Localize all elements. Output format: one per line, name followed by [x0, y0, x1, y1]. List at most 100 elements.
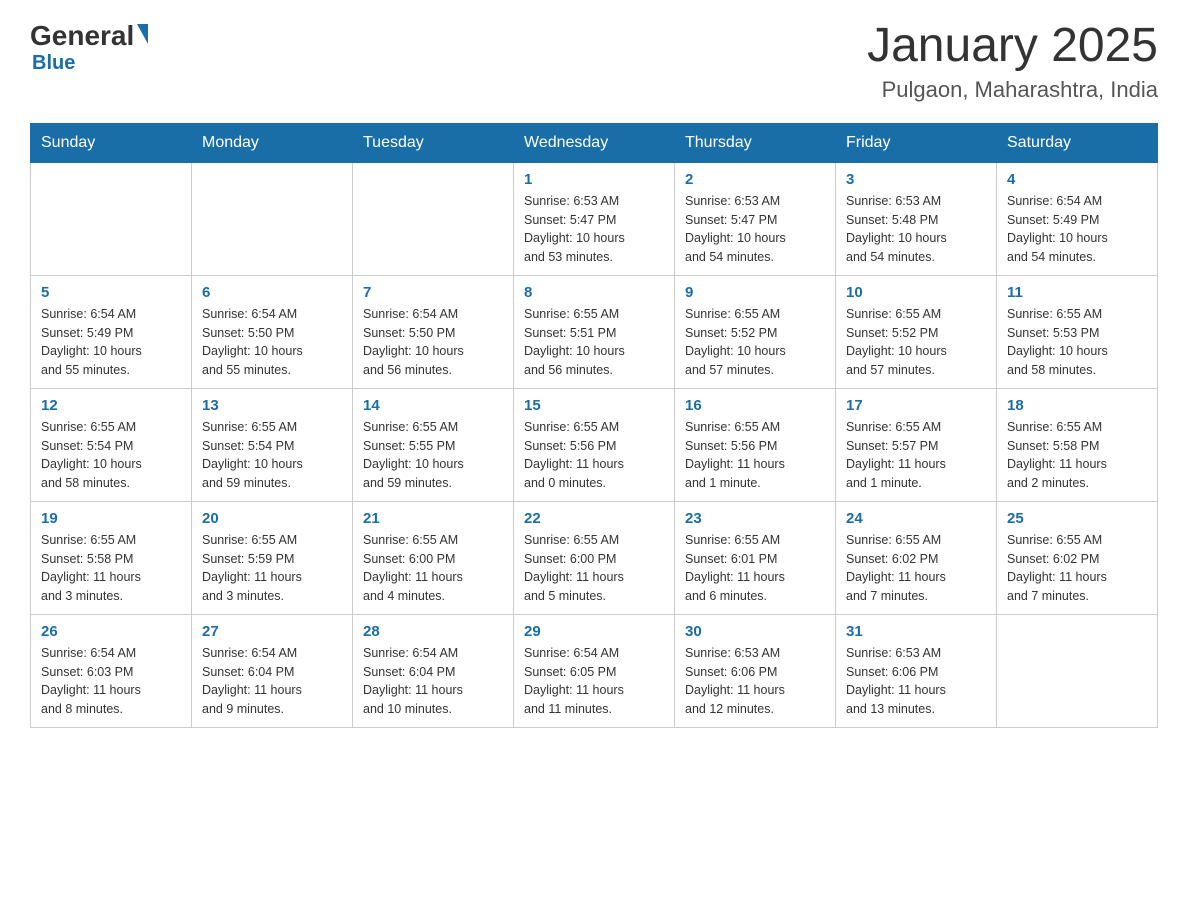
header-cell-tuesday: Tuesday — [353, 123, 514, 162]
day-info: Sunrise: 6:53 AM Sunset: 5:47 PM Dayligh… — [685, 192, 825, 267]
calendar-cell: 8 Sunrise: 6:55 AM Sunset: 5:51 PM Daylig… — [514, 275, 675, 388]
calendar-cell: 18 Sunrise: 6:55 AM Sunset: 5:58 PM Dayli… — [997, 388, 1158, 501]
calendar-cell: 30 Sunrise: 6:53 AM Sunset: 6:06 PM Dayli… — [675, 614, 836, 727]
calendar-cell: 16 Sunrise: 6:55 AM Sunset: 5:56 PM Dayli… — [675, 388, 836, 501]
day-info: Sunrise: 6:55 AM Sunset: 5:58 PM Dayligh… — [41, 531, 181, 606]
day-number: 8 — [524, 284, 664, 301]
calendar-cell: 31Sunrise: 6:53 AM Sunset: 6:06 PM Dayli… — [836, 614, 997, 727]
header-cell-thursday: Thursday — [675, 123, 836, 162]
logo-blue-text: Blue — [32, 52, 75, 74]
day-number: 29 — [524, 623, 664, 640]
day-info: Sunrise: 6:54 AM Sunset: 5:49 PM Dayligh… — [1007, 192, 1147, 267]
day-number: 7 — [363, 284, 503, 301]
day-info: Sunrise: 6:55 AM Sunset: 5:54 PM Dayligh… — [202, 418, 342, 493]
day-info: Sunrise: 6:55 AM Sunset: 5:53 PM Dayligh… — [1007, 305, 1147, 380]
day-number: 13 — [202, 397, 342, 414]
day-info: Sunrise: 6:55 AM Sunset: 6:00 PM Dayligh… — [524, 531, 664, 606]
day-number: 12 — [41, 397, 181, 414]
day-info: Sunrise: 6:55 AM Sunset: 5:55 PM Dayligh… — [363, 418, 503, 493]
calendar-cell: 3 Sunrise: 6:53 AM Sunset: 5:48 PM Daylig… — [836, 162, 997, 275]
day-number: 10 — [846, 284, 986, 301]
logo: General Blue — [30, 20, 148, 75]
day-number: 21 — [363, 510, 503, 527]
week-row-3: 12 Sunrise: 6:55 AM Sunset: 5:54 PM Dayli… — [31, 388, 1158, 501]
calendar-cell: 13 Sunrise: 6:55 AM Sunset: 5:54 PM Dayli… — [192, 388, 353, 501]
calendar-cell — [31, 162, 192, 275]
calendar-cell: 21Sunrise: 6:55 AM Sunset: 6:00 PM Dayli… — [353, 501, 514, 614]
calendar-body: 1Sunrise: 6:53 AM Sunset: 5:47 PM Daylig… — [31, 162, 1158, 727]
day-number: 18 — [1007, 397, 1147, 414]
day-info: Sunrise: 6:54 AM Sunset: 5:50 PM Dayligh… — [202, 305, 342, 380]
day-number: 26 — [41, 623, 181, 640]
calendar-cell: 5 Sunrise: 6:54 AM Sunset: 5:49 PM Daylig… — [31, 275, 192, 388]
calendar-cell: 2Sunrise: 6:53 AM Sunset: 5:47 PM Daylig… — [675, 162, 836, 275]
calendar-cell: 17Sunrise: 6:55 AM Sunset: 5:57 PM Dayli… — [836, 388, 997, 501]
day-info: Sunrise: 6:55 AM Sunset: 5:56 PM Dayligh… — [524, 418, 664, 493]
calendar-header: SundayMondayTuesdayWednesdayThursdayFrid… — [31, 123, 1158, 162]
day-info: Sunrise: 6:55 AM Sunset: 5:58 PM Dayligh… — [1007, 418, 1147, 493]
calendar-cell: 28 Sunrise: 6:54 AM Sunset: 6:04 PM Dayli… — [353, 614, 514, 727]
calendar-cell: 27Sunrise: 6:54 AM Sunset: 6:04 PM Dayli… — [192, 614, 353, 727]
page-header: General Blue January 2025 Pulgaon, Mahar… — [30, 20, 1158, 103]
calendar-cell: 7Sunrise: 6:54 AM Sunset: 5:50 PM Daylig… — [353, 275, 514, 388]
day-number: 15 — [524, 397, 664, 414]
day-info: Sunrise: 6:53 AM Sunset: 5:48 PM Dayligh… — [846, 192, 986, 267]
day-number: 11 — [1007, 284, 1147, 301]
day-info: Sunrise: 6:54 AM Sunset: 6:04 PM Dayligh… — [363, 644, 503, 719]
calendar-cell: 24 Sunrise: 6:55 AM Sunset: 6:02 PM Dayli… — [836, 501, 997, 614]
header-cell-friday: Friday — [836, 123, 997, 162]
calendar-cell — [997, 614, 1158, 727]
calendar-cell: 9Sunrise: 6:55 AM Sunset: 5:52 PM Daylig… — [675, 275, 836, 388]
day-info: Sunrise: 6:55 AM Sunset: 6:02 PM Dayligh… — [1007, 531, 1147, 606]
calendar-cell: 20Sunrise: 6:55 AM Sunset: 5:59 PM Dayli… — [192, 501, 353, 614]
day-number: 4 — [1007, 171, 1147, 188]
day-info: Sunrise: 6:54 AM Sunset: 5:49 PM Dayligh… — [41, 305, 181, 380]
day-info: Sunrise: 6:55 AM Sunset: 5:51 PM Dayligh… — [524, 305, 664, 380]
calendar-cell: 15 Sunrise: 6:55 AM Sunset: 5:56 PM Dayli… — [514, 388, 675, 501]
day-info: Sunrise: 6:55 AM Sunset: 5:54 PM Dayligh… — [41, 418, 181, 493]
calendar-cell: 6 Sunrise: 6:54 AM Sunset: 5:50 PM Daylig… — [192, 275, 353, 388]
calendar-cell — [353, 162, 514, 275]
day-number: 17 — [846, 397, 986, 414]
calendar-cell: 25 Sunrise: 6:55 AM Sunset: 6:02 PM Dayli… — [997, 501, 1158, 614]
day-info: Sunrise: 6:55 AM Sunset: 5:56 PM Dayligh… — [685, 418, 825, 493]
day-number: 6 — [202, 284, 342, 301]
header-cell-sunday: Sunday — [31, 123, 192, 162]
calendar-cell: 19 Sunrise: 6:55 AM Sunset: 5:58 PM Dayli… — [31, 501, 192, 614]
day-info: Sunrise: 6:55 AM Sunset: 6:01 PM Dayligh… — [685, 531, 825, 606]
week-row-2: 5 Sunrise: 6:54 AM Sunset: 5:49 PM Daylig… — [31, 275, 1158, 388]
day-number: 28 — [363, 623, 503, 640]
title-block: January 2025 Pulgaon, Maharashtra, India — [867, 20, 1158, 103]
calendar-cell: 22Sunrise: 6:55 AM Sunset: 6:00 PM Dayli… — [514, 501, 675, 614]
calendar-cell: 11 Sunrise: 6:55 AM Sunset: 5:53 PM Dayli… — [997, 275, 1158, 388]
day-info: Sunrise: 6:53 AM Sunset: 6:06 PM Dayligh… — [685, 644, 825, 719]
day-info: Sunrise: 6:53 AM Sunset: 5:47 PM Dayligh… — [524, 192, 664, 267]
day-info: Sunrise: 6:55 AM Sunset: 6:02 PM Dayligh… — [846, 531, 986, 606]
day-number: 23 — [685, 510, 825, 527]
day-number: 5 — [41, 284, 181, 301]
week-row-1: 1Sunrise: 6:53 AM Sunset: 5:47 PM Daylig… — [31, 162, 1158, 275]
calendar-cell: 12 Sunrise: 6:55 AM Sunset: 5:54 PM Dayli… — [31, 388, 192, 501]
location-title: Pulgaon, Maharashtra, India — [867, 77, 1158, 103]
header-cell-saturday: Saturday — [997, 123, 1158, 162]
calendar-cell: 4 Sunrise: 6:54 AM Sunset: 5:49 PM Daylig… — [997, 162, 1158, 275]
calendar-cell: 14 Sunrise: 6:55 AM Sunset: 5:55 PM Dayli… — [353, 388, 514, 501]
day-number: 14 — [363, 397, 503, 414]
day-number: 25 — [1007, 510, 1147, 527]
day-number: 19 — [41, 510, 181, 527]
day-number: 24 — [846, 510, 986, 527]
day-info: Sunrise: 6:55 AM Sunset: 5:52 PM Dayligh… — [846, 305, 986, 380]
day-info: Sunrise: 6:54 AM Sunset: 6:03 PM Dayligh… — [41, 644, 181, 719]
week-row-4: 19 Sunrise: 6:55 AM Sunset: 5:58 PM Dayli… — [31, 501, 1158, 614]
calendar-cell: 29Sunrise: 6:54 AM Sunset: 6:05 PM Dayli… — [514, 614, 675, 727]
day-number: 30 — [685, 623, 825, 640]
week-row-5: 26 Sunrise: 6:54 AM Sunset: 6:03 PM Dayli… — [31, 614, 1158, 727]
day-number: 20 — [202, 510, 342, 527]
day-info: Sunrise: 6:55 AM Sunset: 5:52 PM Dayligh… — [685, 305, 825, 380]
day-number: 3 — [846, 171, 986, 188]
calendar-cell: 10 Sunrise: 6:55 AM Sunset: 5:52 PM Dayli… — [836, 275, 997, 388]
calendar-cell: 23 Sunrise: 6:55 AM Sunset: 6:01 PM Dayli… — [675, 501, 836, 614]
day-number: 16 — [685, 397, 825, 414]
day-info: Sunrise: 6:54 AM Sunset: 6:04 PM Dayligh… — [202, 644, 342, 719]
day-number: 31 — [846, 623, 986, 640]
